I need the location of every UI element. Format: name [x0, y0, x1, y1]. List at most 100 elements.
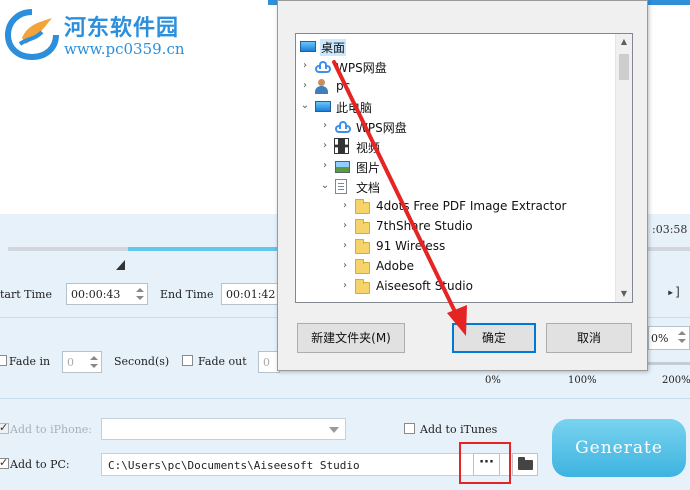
- ok-button[interactable]: 确定: [452, 323, 536, 353]
- scrollbar-thumb[interactable]: [619, 54, 629, 80]
- folder-icon: [355, 259, 370, 274]
- volume-scale-min: 0%: [485, 375, 501, 386]
- folder-tree-item[interactable]: › 视频: [296, 137, 614, 157]
- folder-tree-item-label: 91 Wireless: [376, 239, 446, 253]
- browse-button[interactable]: ···: [473, 453, 500, 476]
- chevron-right-icon[interactable]: ›: [340, 260, 350, 272]
- folder-tree-scrollbar[interactable]: ▲ ▼: [615, 34, 632, 302]
- chevron-right-icon[interactable]: ›: [340, 240, 350, 252]
- folder-tree-item[interactable]: › Adobe: [296, 257, 614, 277]
- watermark-url: www.pc0359.cn: [64, 40, 185, 58]
- chevron-right-icon[interactable]: ›: [320, 140, 330, 152]
- open-folder-button[interactable]: [512, 453, 538, 476]
- folder-icon: [355, 219, 370, 234]
- volume-value-box[interactable]: 0%: [648, 326, 690, 350]
- start-time-label: tart Time: [0, 288, 52, 301]
- stepper-arrows-icon[interactable]: [678, 330, 686, 344]
- fade-out-checkbox[interactable]: [182, 355, 193, 366]
- folder-tree-item-label: Adobe: [376, 259, 414, 273]
- chevron-right-icon[interactable]: ›: [340, 280, 350, 292]
- folder-tree-item[interactable]: ⌄ 文档: [296, 177, 614, 197]
- folder-tree-item[interactable]: › WPS网盘: [296, 117, 614, 137]
- folder-icon: [518, 457, 533, 470]
- folder-tree-item-label: 此电脑: [336, 101, 373, 115]
- start-time-stepper[interactable]: 00:00:43: [66, 283, 148, 305]
- volume-scale-mid: 100%: [568, 375, 597, 386]
- browse-folder-dialog: 桌面 › WPS网盘 › pc ⌄ 此电脑 › WPS网盘 › 视频 › 图片 ⌄ 文档 › 4dots Fre…: [277, 0, 648, 371]
- fade-in-stepper[interactable]: 0: [62, 351, 102, 373]
- new-folder-button[interactable]: 新建文件夹(M): [297, 323, 405, 353]
- monitor-icon: [300, 41, 316, 52]
- volume-scale-max: 200%: [662, 375, 690, 386]
- folder-tree-item-label: pc: [336, 79, 351, 93]
- add-to-itunes-checkbox[interactable]: [404, 423, 415, 434]
- seconds-label: Second(s): [114, 355, 170, 368]
- folder-tree-item-label: WPS网盘: [336, 61, 387, 75]
- chevron-right-icon[interactable]: ›: [340, 220, 350, 232]
- fade-out-value: 0: [263, 356, 270, 369]
- folder-tree-item-label: Aiseesoft Studio: [376, 279, 473, 293]
- total-duration: :03:58: [652, 223, 688, 236]
- panel-divider: [0, 398, 690, 399]
- chevron-right-icon[interactable]: ›: [320, 160, 330, 172]
- add-to-pc-label: Add to PC:: [10, 458, 70, 471]
- skip-end-icon[interactable]: ▸]: [667, 285, 681, 299]
- fade-in-value: 0: [67, 356, 74, 369]
- folder-tree[interactable]: 桌面 › WPS网盘 › pc ⌄ 此电脑 › WPS网盘 › 视频 › 图片 ⌄ 文档 › 4dots Fre…: [295, 33, 633, 303]
- monitor-icon: [315, 101, 331, 112]
- scroll-up-icon[interactable]: ▲: [619, 37, 629, 47]
- folder-tree-item[interactable]: › Aiseesoft Studio: [296, 277, 614, 297]
- add-to-pc-checkbox[interactable]: [0, 456, 9, 469]
- timeline-start-handle[interactable]: [116, 260, 125, 270]
- folder-tree-item-label: 4dots Free PDF Image Extractor: [376, 199, 567, 213]
- folder-tree-item[interactable]: ⌄ 此电脑: [296, 97, 614, 117]
- chevron-down-icon[interactable]: ⌄: [320, 180, 330, 192]
- folder-tree-item[interactable]: › WPS网盘: [296, 57, 614, 77]
- chevron-down-icon[interactable]: [329, 427, 339, 433]
- folder-tree-item-label: 文档: [356, 181, 381, 195]
- add-to-iphone-checkbox[interactable]: [0, 421, 9, 434]
- folder-tree-item-label: 视频: [356, 141, 381, 155]
- timeline-selected-range[interactable]: [128, 247, 278, 251]
- folder-icon: [355, 199, 370, 214]
- picture-icon: [335, 161, 350, 173]
- folder-tree-item[interactable]: › 91 Wireless: [296, 237, 614, 257]
- stepper-arrows-icon[interactable]: [90, 355, 98, 369]
- film-icon: [334, 138, 349, 154]
- end-time-stepper[interactable]: 00:01:42: [221, 283, 281, 305]
- cloud-icon: [335, 121, 351, 133]
- folder-tree-item[interactable]: › pc: [296, 77, 614, 97]
- scroll-down-icon[interactable]: ▼: [619, 289, 629, 299]
- output-path-field[interactable]: C:\Users\pc\Documents\Aiseesoft Studio: [101, 453, 511, 476]
- start-time-value: 00:00:43: [71, 288, 121, 301]
- watermark-title: 河东软件园: [64, 16, 180, 41]
- chevron-right-icon[interactable]: ›: [320, 120, 330, 132]
- folder-tree-item-label: WPS网盘: [356, 121, 407, 135]
- folder-tree-item-label: 桌面: [320, 39, 347, 56]
- add-to-iphone-label: Add to iPhone:: [10, 423, 92, 436]
- chevron-right-icon[interactable]: ›: [300, 60, 310, 72]
- cancel-button[interactable]: 取消: [546, 323, 632, 353]
- cloud-icon: [315, 61, 331, 73]
- folder-tree-item-label: 图片: [356, 161, 381, 175]
- end-time-label: End Time: [160, 288, 214, 301]
- volume-value: 0%: [651, 332, 669, 345]
- folder-icon: [355, 239, 370, 254]
- iphone-device-select[interactable]: [101, 418, 346, 440]
- fade-in-label: Fade in: [9, 355, 51, 368]
- folder-icon: [355, 279, 370, 294]
- chevron-right-icon[interactable]: ›: [300, 80, 310, 92]
- fade-in-checkbox[interactable]: [0, 355, 7, 366]
- folder-tree-item[interactable]: › 7thShare Studio: [296, 217, 614, 237]
- fade-out-label: Fade out: [198, 355, 247, 368]
- chevron-down-icon[interactable]: ⌄: [300, 100, 310, 112]
- folder-tree-item[interactable]: 桌面: [296, 37, 614, 57]
- watermark-logo-icon: [4, 9, 59, 60]
- timeline-track-right[interactable]: [644, 247, 690, 251]
- end-time-value: 00:01:42: [226, 288, 276, 301]
- generate-button[interactable]: Generate: [552, 419, 686, 477]
- folder-tree-item[interactable]: › 图片: [296, 157, 614, 177]
- chevron-right-icon[interactable]: ›: [340, 200, 350, 212]
- stepper-arrows-icon[interactable]: [136, 287, 144, 301]
- folder-tree-item[interactable]: › 4dots Free PDF Image Extractor: [296, 197, 614, 217]
